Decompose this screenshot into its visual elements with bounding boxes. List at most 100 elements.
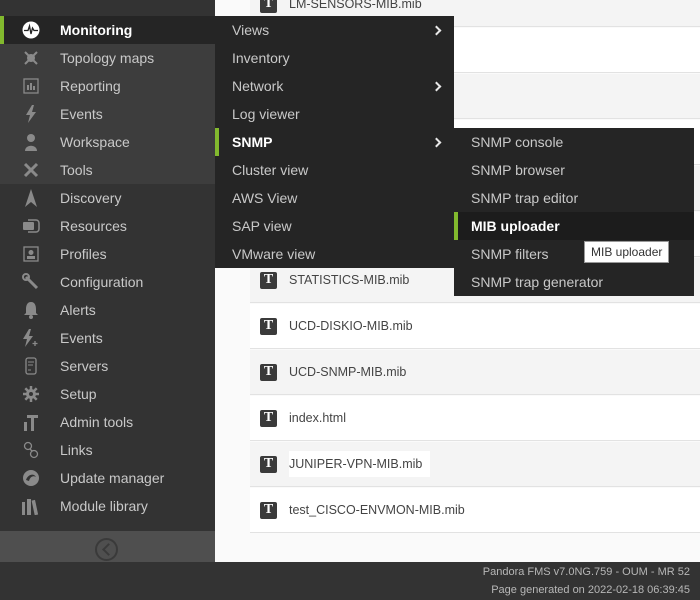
menu-item-label: MIB uploader [471,218,560,234]
menu-item-inventory[interactable]: Inventory [215,44,454,72]
file-name[interactable]: STATISTICS-MIB.mib [289,273,409,287]
chevron-right-icon [431,81,442,92]
file-row[interactable]: Ttest_CISCO-ENVMON-MIB.mib [250,488,700,533]
sidebar-item-label: Setup [60,386,97,402]
servers-icon [19,356,43,376]
collapse-left-icon [95,538,118,561]
file-name[interactable]: UCD-SNMP-MIB.mib [289,365,406,379]
menu-item-cluster-view[interactable]: Cluster view [215,156,454,184]
profiles-icon [19,244,43,264]
tooltip: MIB uploader [584,241,670,263]
sidebar-item-module-library[interactable]: Module library [0,492,215,520]
sidebar-item-tools[interactable]: Tools [0,156,215,184]
sidebar-item-events[interactable]: Events [0,100,215,128]
sidebar-item-label: Events [60,106,103,122]
snmp-menu-item-snmp-trap-editor[interactable]: SNMP trap editor [454,184,694,212]
text-file-icon: T [260,271,277,289]
menu-item-label: VMware view [232,246,316,262]
sidebar-item-label: Admin tools [60,414,134,430]
links-icon [19,440,43,460]
text-file-icon: T [260,501,277,519]
sidebar-item-label: Servers [60,358,109,374]
sidebar-item-reporting[interactable]: Reporting [0,72,215,100]
menu-item-network[interactable]: Network [215,72,454,100]
snmp-submenu: SNMP console SNMP browser SNMP trap editor… [454,128,694,296]
menu-item-label: Log viewer [232,106,300,122]
sidebar-item-label: Update manager [60,470,165,486]
tools-icon [19,160,43,180]
file-row[interactable]: T JUNIPER-VPN-MIB.mib [250,442,700,487]
footer: Pandora FMS v7.0NG.759 - OUM - MR 52 Pag… [0,562,700,600]
file-name[interactable]: UCD-DISKIO-MIB.mib [289,319,413,333]
footer-version: Pandora FMS v7.0NG.759 - OUM - MR 52 [482,566,690,578]
file-row[interactable]: Tindex.html [250,396,700,441]
sidebar-item-label: Profiles [60,246,107,262]
sidebar-item-label: Reporting [60,78,121,94]
sidebar-item-alerts[interactable]: Alerts [0,296,215,324]
menu-item-label: SNMP console [471,134,564,150]
sidebar-item-servers[interactable]: Servers [0,352,215,380]
menu-item-label: SNMP [232,134,273,150]
sidebar-item-label: Workspace [60,134,130,150]
sidebar-item-events[interactable]: Events [0,324,215,352]
menu-item-label: AWS View [232,190,298,206]
sidebar-item-label: Alerts [60,302,96,318]
sidebar-item-topology-maps[interactable]: Topology maps [0,44,215,72]
menu-item-label: SAP view [232,218,292,234]
topology-icon [19,48,43,68]
file-row[interactable]: T UCD-DISKIO-MIB.mib [250,304,700,349]
snmp-menu-item-mib-uploader[interactable]: MIB uploader [454,212,694,240]
menu-item-label: SNMP trap generator [471,274,604,290]
text-file-icon: T [260,363,277,381]
sidebar-item-profiles[interactable]: Profiles [0,240,215,268]
sidebar-item-update-manager[interactable]: Update manager [0,464,215,492]
sidebar-item-configuration[interactable]: Configuration [0,268,215,296]
sidebar-item-monitoring[interactable]: Monitoring [0,16,215,44]
sidebar-item-label: Configuration [60,274,144,290]
menu-item-snmp[interactable]: SNMP [215,128,454,156]
menu-item-label: Network [232,78,284,94]
bell-icon [19,300,43,320]
snmp-menu-item-snmp-trap-generator[interactable]: SNMP trap generator [454,268,694,296]
sidebar-item-links[interactable]: Links [0,436,215,464]
sidebar-item-workspace[interactable]: Workspace [0,128,215,156]
menu-item-aws-view[interactable]: AWS View [215,184,454,212]
sidebar-item-resources[interactable]: Resources [0,212,215,240]
workspace-icon [19,132,43,152]
menu-item-label: Cluster view [232,162,309,178]
sidebar-item-admin-tools[interactable]: Admin tools [0,408,215,436]
events-icon [19,104,43,124]
menu-item-label: Views [232,22,270,38]
menu-item-label: SNMP trap editor [471,190,579,206]
file-name[interactable]: index.html [289,411,346,425]
sidebar-top [0,0,215,16]
menu-item-views[interactable]: Views [215,16,454,44]
selected-indicator [215,128,219,156]
file-name[interactable]: JUNIPER-VPN-MIB.mib [289,451,431,477]
menu-item-label: SNMP filters [471,246,549,262]
text-file-icon: T [260,0,277,13]
file-name[interactable]: LM-SENSORS-MIB.mib [289,0,422,11]
text-file-icon: T [260,409,277,427]
snmp-menu-item-snmp-browser[interactable]: SNMP browser [454,156,694,184]
file-name[interactable]: test_CISCO-ENVMON-MIB.mib [289,503,465,517]
menu-item-log-viewer[interactable]: Log viewer [215,100,454,128]
sidebar-item-label: Events [60,330,103,346]
resources-icon [19,216,43,236]
admin-tools-icon [19,412,43,432]
sidebar-item-label: Links [60,442,93,458]
snmp-menu-item-snmp-console[interactable]: SNMP console [454,128,694,156]
sidebar-item-label: Discovery [60,190,122,206]
menu-item-vmware-view[interactable]: VMware view [215,240,454,268]
sidebar-item-setup[interactable]: Setup [0,380,215,408]
menu-item-sap-view[interactable]: SAP view [215,212,454,240]
sidebar-item-label: Monitoring [60,22,133,38]
sidebar-item-label: Module library [60,498,148,514]
chevron-right-icon [431,137,442,148]
menu-item-label: Inventory [232,50,290,66]
sidebar: Monitoring Topology maps Reporting Events Wo… [0,0,215,569]
events-plus-icon [19,328,43,348]
sidebar-item-discovery[interactable]: Discovery [0,184,215,212]
file-row[interactable]: T UCD-SNMP-MIB.mib [250,350,700,395]
menu-item-label: SNMP browser [471,162,565,178]
